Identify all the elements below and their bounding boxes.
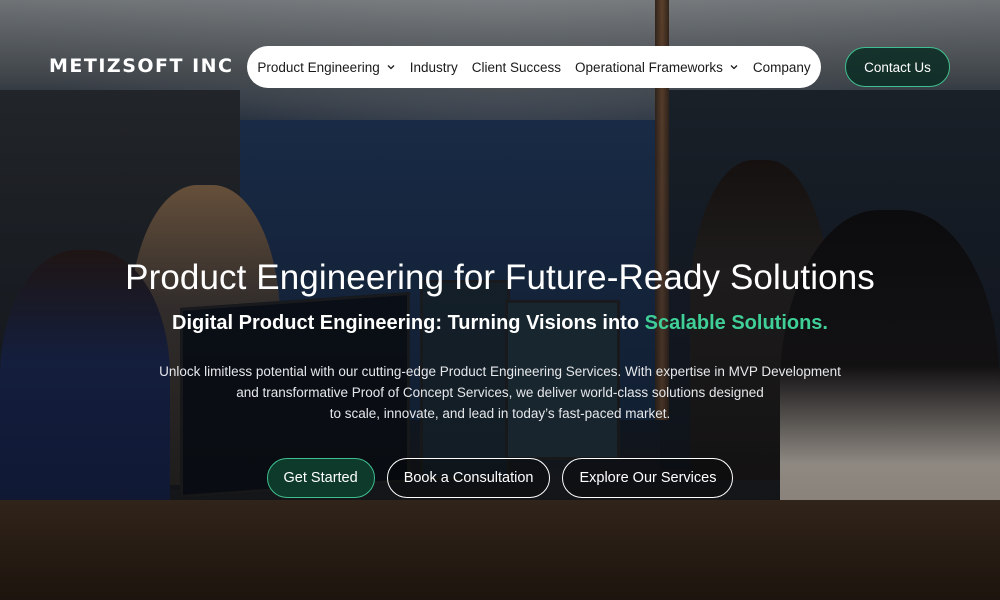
explore-services-button[interactable]: Explore Our Services bbox=[562, 458, 734, 498]
nav-item-company[interactable]: Company bbox=[753, 60, 811, 75]
nav-item-operational-frameworks[interactable]: Operational Frameworks bbox=[575, 60, 739, 75]
nav-item-client-success[interactable]: Client Success bbox=[472, 60, 561, 75]
main-nav: Product Engineering Industry Client Succ… bbox=[247, 46, 821, 88]
hero-subtitle-accent: Scalable Solutions. bbox=[644, 312, 828, 334]
hero-description-line: to scale, innovate, and lead in today’s … bbox=[329, 406, 671, 421]
nav-item-product-engineering[interactable]: Product Engineering bbox=[257, 60, 395, 75]
hero-subtitle: Digital Product Engineering: Turning Vis… bbox=[0, 312, 1000, 335]
dark-overlay bbox=[0, 0, 1000, 600]
cta-group: Get Started Book a Consultation Explore … bbox=[0, 458, 1000, 498]
hero-background-image bbox=[0, 0, 1000, 600]
contact-us-button[interactable]: Contact Us bbox=[845, 47, 950, 87]
brand-logo[interactable]: METIZSOFT INC bbox=[49, 55, 234, 77]
chevron-down-icon bbox=[387, 65, 395, 70]
hero-subtitle-text: Digital Product Engineering: Turning Vis… bbox=[172, 312, 645, 334]
hero-title: Product Engineering for Future-Ready Sol… bbox=[125, 258, 875, 297]
nav-item-industry[interactable]: Industry bbox=[410, 60, 458, 75]
get-started-button[interactable]: Get Started bbox=[266, 458, 375, 498]
book-consultation-button[interactable]: Book a Consultation bbox=[386, 458, 551, 498]
nav-item-label: Company bbox=[752, 59, 811, 75]
hero-description-line: Unlock limitless potential with our cutt… bbox=[159, 364, 841, 379]
hero-description: Unlock limitless potential with our cutt… bbox=[140, 361, 860, 424]
nav-item-label: Client Success bbox=[471, 59, 562, 75]
nav-item-label: Industry bbox=[409, 59, 458, 75]
chevron-down-icon bbox=[730, 65, 738, 70]
nav-item-label: Operational Frameworks bbox=[575, 59, 723, 75]
hero-description-line: and transformative Proof of Concept Serv… bbox=[236, 385, 764, 400]
nav-item-label: Product Engineering bbox=[257, 59, 380, 75]
